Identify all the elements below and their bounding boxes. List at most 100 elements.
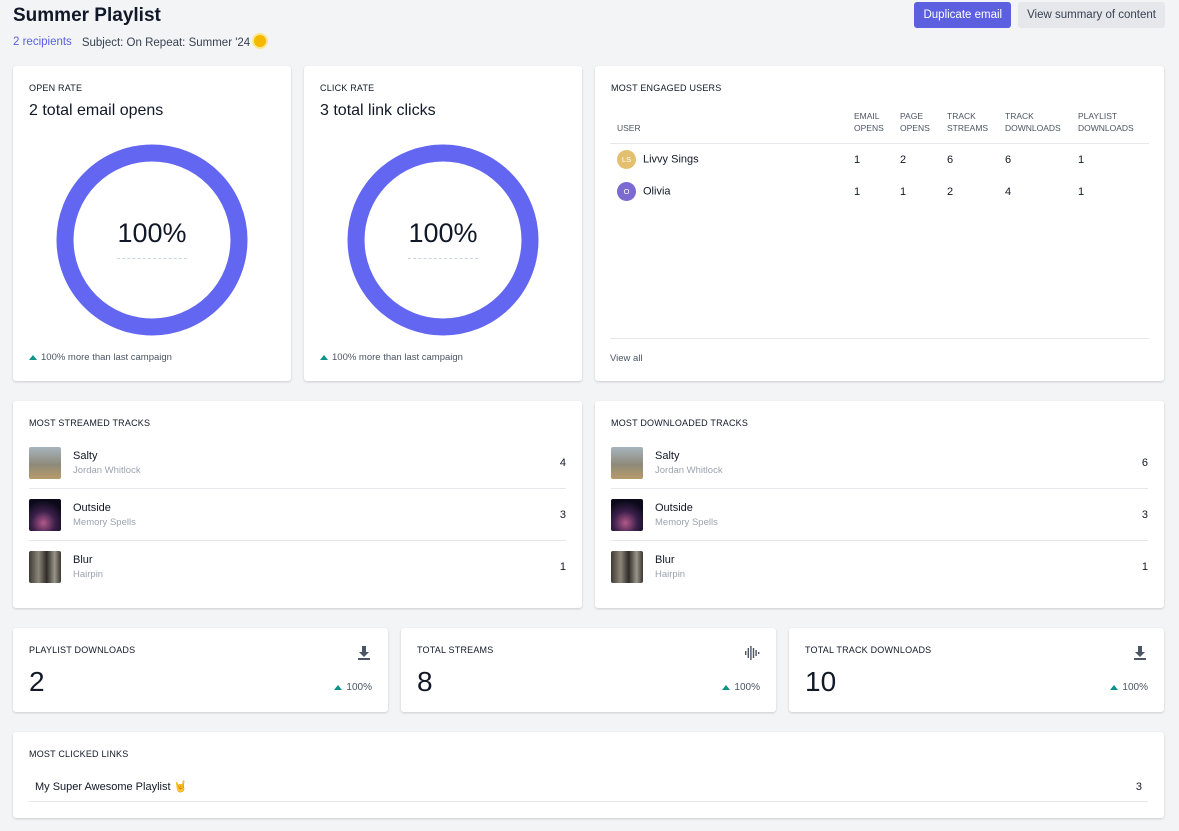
track-artist: Memory Spells [73,516,136,528]
list-item[interactable]: Salty Jordan Whitlock 6 [611,437,1148,489]
trend-up-icon [722,685,731,690]
total-streams-trend-text: 100% [734,682,760,693]
track-artist: Memory Spells [655,516,718,528]
table-row[interactable]: LS Livvy Sings 1 2 6 6 1 [610,144,1149,176]
clicked-links-card: MOST CLICKED LINKS My Super Awesome Play… [13,732,1164,818]
track-streams-cell: 2 [947,185,954,198]
click-rate-donut: 100% [347,144,539,336]
track-count: 6 [1141,456,1148,469]
playlist-downloads-trend: 100% [334,682,372,693]
open-rate-trend: 100% more than last campaign [29,352,172,363]
list-item[interactable]: Outside Memory Spells 3 [611,489,1148,541]
track-count: 1 [1141,561,1148,573]
header-meta: 2 recipients Subject: On Repeat: Summer … [13,35,1165,49]
streamed-tracks-label: MOST STREAMED TRACKS [29,418,151,428]
click-rate-trend: 100% more than last campaign [320,352,463,363]
list-item[interactable]: Outside Memory Spells 3 [29,489,566,541]
user-cell: O Olivia [610,176,854,208]
click-rate-card: CLICK RATE 3 total link clicks 100% 100%… [304,66,582,381]
track-downloads-cell: 6 [1005,153,1012,166]
track-count: 3 [1141,508,1148,521]
click-rate-trend-text: 100% more than last campaign [332,352,463,363]
album-art-blur [29,551,61,583]
sun-emoji-icon [254,35,267,47]
click-rate-percent: 100% [408,218,478,248]
view-summary-button[interactable]: View summary of content [1018,2,1165,28]
col-user: USER [610,110,854,144]
click-rate-underline [408,258,478,259]
link-count: 3 [1135,780,1142,793]
engaged-users-table: USER EMAIL OPENS PAGE OPENS TRACK STREAM… [610,110,1149,208]
playlist-downloads-cell: 1 [1078,153,1085,166]
total-streams-trend: 100% [722,682,760,693]
download-icon [1134,646,1146,660]
waveform-icon [745,646,760,660]
rock-hand-icon: 🤘 [173,781,188,793]
col-email-opens: EMAIL OPENS [854,110,900,144]
user-cell: LS Livvy Sings [610,144,854,176]
track-artist: Hairpin [73,569,104,580]
downloaded-tracks-label: MOST DOWNLOADED TRACKS [611,418,749,428]
open-rate-underline [117,258,187,259]
track-count: 1 [559,561,566,573]
album-art-outside [29,498,61,531]
album-art-salty [611,446,643,479]
open-rate-total: 2 total email opens [29,102,164,119]
col-page-opens: PAGE OPENS [900,110,947,144]
total-track-downloads-label: TOTAL TRACK DOWNLOADS [805,645,932,655]
open-rate-card: OPEN RATE 2 total email opens 100% 100% … [13,66,291,381]
total-streams-card: TOTAL STREAMS 8 100% [401,628,776,712]
total-streams-label: TOTAL STREAMS [417,645,494,655]
track-info: Outside Memory Spells [655,502,1142,528]
col-track-downloads: TRACK DOWNLOADS [1005,110,1078,144]
link-name: My Super Awesome Playlist 🤘 [35,780,1136,793]
track-info: Blur Hairpin [73,554,560,580]
streamed-tracks-card: MOST STREAMED TRACKS Salty Jordan Whitlo… [13,401,582,608]
trend-up-icon [1110,685,1119,690]
track-name: Outside [73,501,111,514]
open-rate-donut: 100% [56,144,248,336]
trend-up-icon [320,355,328,360]
track-name: Salty [73,449,98,462]
downloaded-track-list: Salty Jordan Whitlock 6 Outside Memory S… [611,437,1148,593]
header-actions: Duplicate email View summary of content [914,2,1165,28]
email-opens-cell: 1 [854,185,861,198]
streamed-track-list: Salty Jordan Whitlock 4 Outside Memory S… [29,437,566,593]
trend-up-icon [334,685,343,690]
open-rate-label: OPEN RATE [29,83,83,93]
email-opens-cell: 1 [854,153,861,166]
list-item[interactable]: Salty Jordan Whitlock 4 [29,437,566,489]
list-item[interactable]: Blur Hairpin 1 [29,541,566,593]
avatar: LS [617,150,636,170]
total-track-downloads-card: TOTAL TRACK DOWNLOADS 10 100% [789,628,1164,712]
track-name: Salty [655,449,680,462]
page-opens-cell: 2 [900,153,907,166]
user-name: Olivia [643,185,671,198]
open-rate-trend-text: 100% more than last campaign [41,352,172,363]
track-streams-cell: 6 [947,153,954,166]
track-name: Blur [73,554,93,566]
avatar: O [617,182,636,201]
recipients-link[interactable]: 2 recipients [13,36,72,48]
track-artist: Jordan Whitlock [655,464,723,476]
album-art-salty [29,446,61,479]
trend-up-icon [29,355,37,360]
view-all-text: View all [610,353,643,364]
page-opens-cell: 1 [900,185,907,198]
col-playlist-downloads: PLAYLIST DOWNLOADS [1078,110,1149,144]
list-item[interactable]: Blur Hairpin 1 [611,541,1148,593]
duplicate-email-button[interactable]: Duplicate email [914,2,1012,28]
table-row[interactable]: O Olivia 1 1 2 4 1 [610,176,1149,208]
track-downloads-cell: 4 [1005,185,1012,198]
list-item[interactable]: My Super Awesome Playlist 🤘 3 [29,772,1148,802]
engaged-users-card: MOST ENGAGED USERS USER EMAIL OPENS PAGE… [595,66,1164,381]
album-art-outside [611,498,643,531]
track-info: Salty Jordan Whitlock [73,450,560,476]
engaged-users-label: MOST ENGAGED USERS [611,83,722,93]
track-info: Salty Jordan Whitlock [655,450,1142,476]
track-artist: Hairpin [655,569,686,580]
playlist-downloads-value: 2 [29,666,45,697]
track-name: Outside [655,501,693,514]
view-all-link[interactable]: View all [610,338,1149,364]
track-count: 3 [559,508,566,521]
